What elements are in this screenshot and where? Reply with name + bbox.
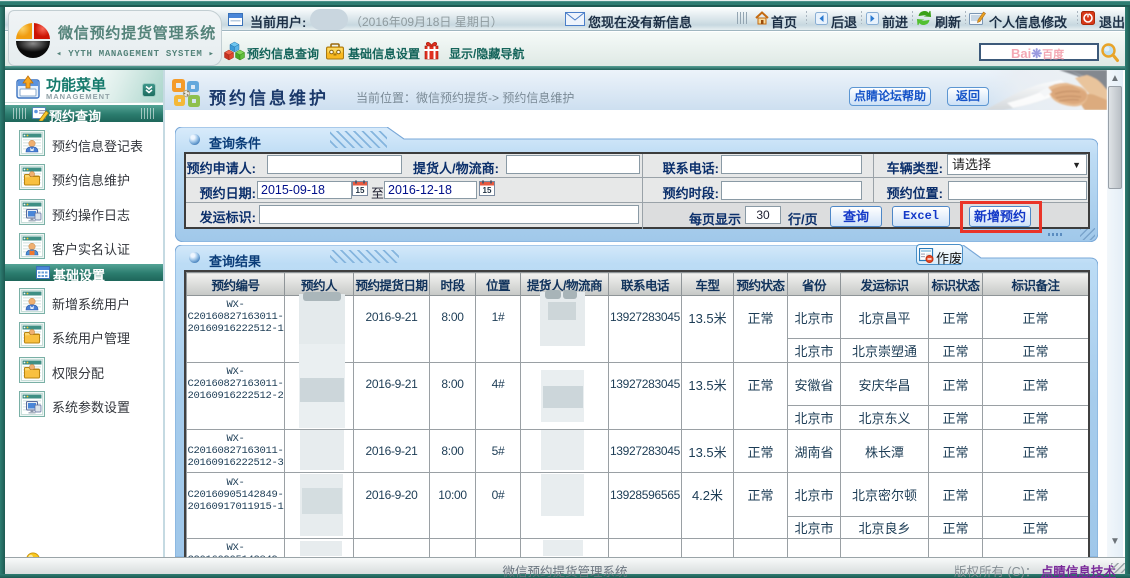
svg-text:15: 15 [356,186,365,195]
svg-text:15: 15 [483,186,492,195]
